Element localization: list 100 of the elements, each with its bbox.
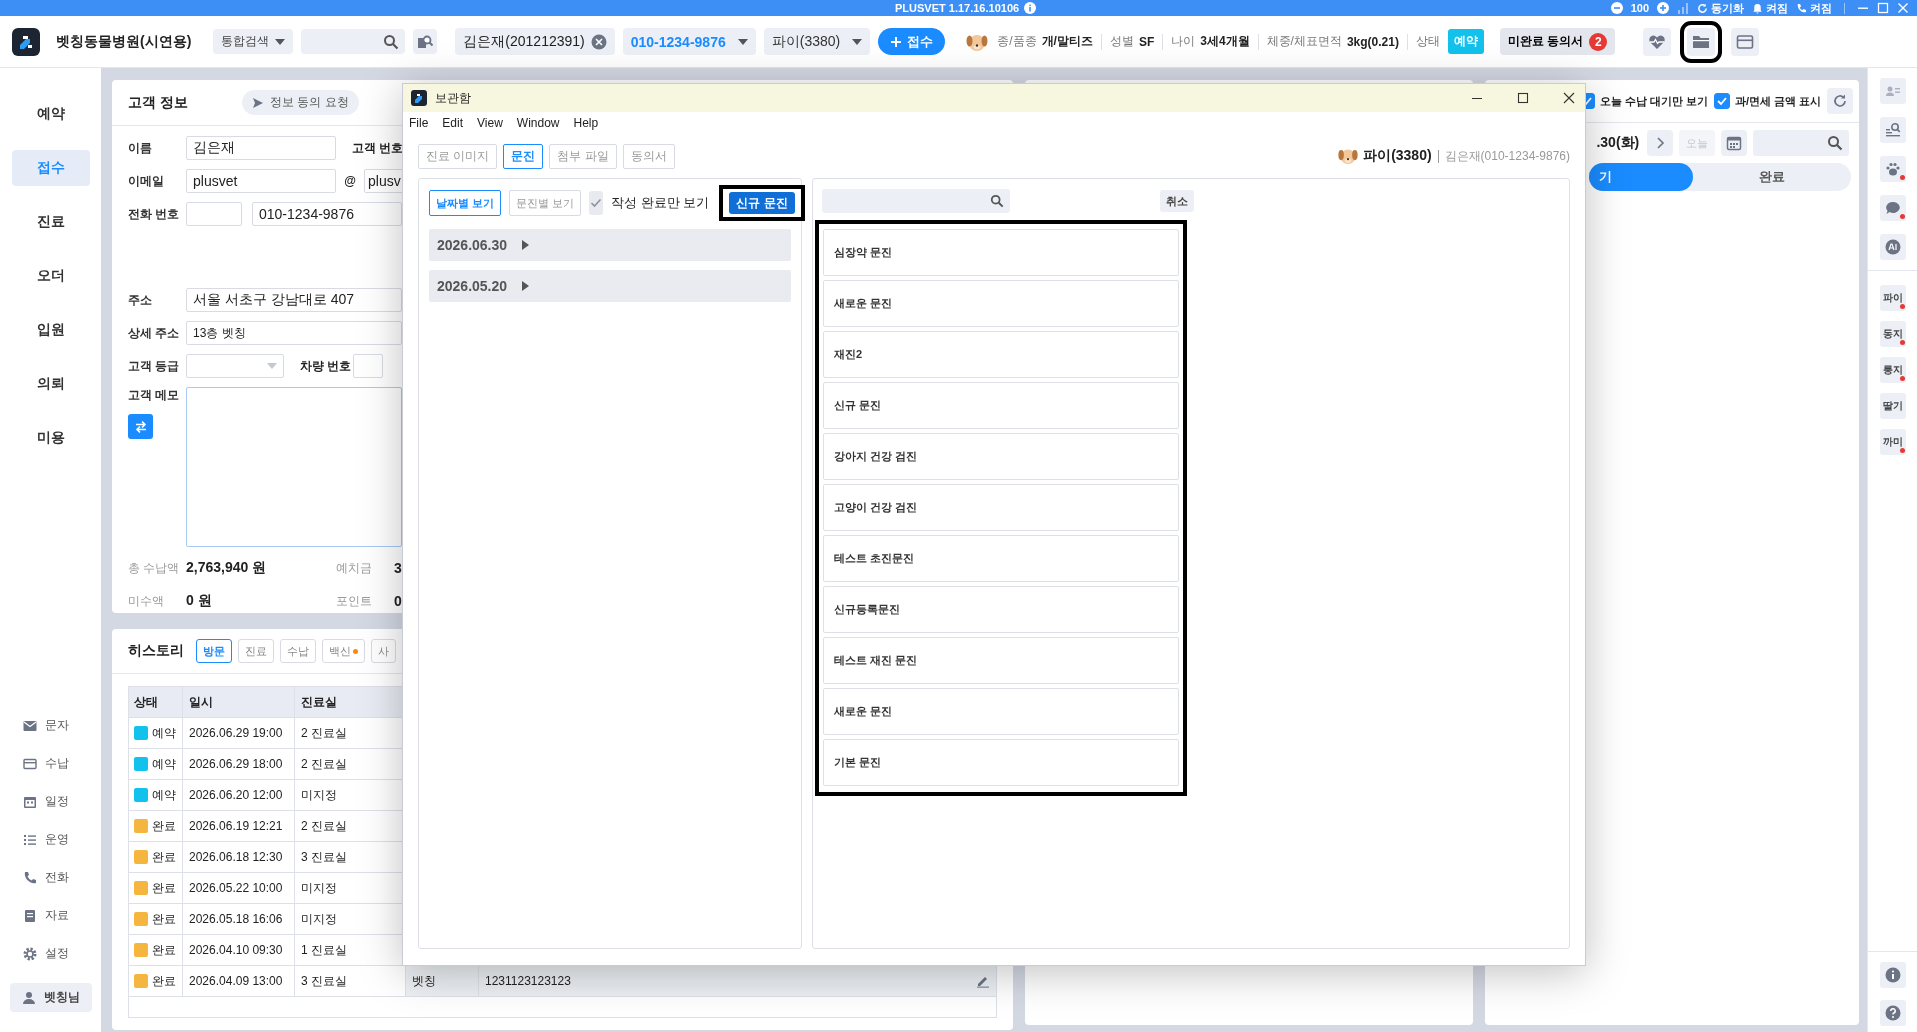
template-item[interactable]: 심장약 문진 — [823, 229, 1179, 276]
refresh-button[interactable] — [1827, 88, 1854, 114]
nav-item[interactable]: 입원 — [11, 312, 90, 348]
maximize-icon[interactable] — [1517, 92, 1529, 104]
history-tab[interactable]: 사 — [371, 639, 396, 663]
template-item[interactable]: 기본 문진 — [823, 739, 1179, 786]
search-field[interactable] — [1753, 130, 1850, 156]
customer-chip[interactable]: 김은재(201212391) — [455, 28, 615, 55]
chat-button[interactable] — [1879, 195, 1906, 221]
pet-shortcut[interactable]: 파이 — [1879, 285, 1906, 311]
search-field[interactable] — [822, 189, 1010, 213]
template-item[interactable]: 테스트 초진문진 — [823, 535, 1179, 582]
help-button[interactable] — [1879, 1000, 1906, 1026]
edit-icon[interactable] — [976, 974, 991, 988]
status-cell: 예약 — [129, 780, 183, 810]
date-group[interactable]: 2026.05.20 — [429, 270, 791, 302]
search-icon — [1827, 135, 1844, 151]
nav-item[interactable]: 예약 — [11, 96, 90, 132]
customer-card-button[interactable] — [1879, 78, 1906, 104]
pet-dropdown[interactable]: 파이(3380) — [763, 28, 871, 55]
pet-shortcut[interactable]: 동지 — [1879, 321, 1906, 347]
car-number-field[interactable] — [353, 354, 383, 378]
nav-tool[interactable]: 자료 — [22, 907, 79, 924]
pet-shortcut[interactable]: 딸기 — [1879, 393, 1906, 419]
info-button[interactable] — [1879, 962, 1906, 988]
new-questionnaire-button[interactable]: 신규 문진 — [729, 192, 795, 214]
mail-icon — [22, 718, 37, 733]
search-field[interactable] — [301, 29, 406, 54]
menu-item[interactable]: Edit — [442, 116, 464, 130]
deposit-label: 예치금 — [336, 559, 373, 577]
consent-request-button[interactable]: 정보 동의 요청 — [241, 90, 359, 115]
cancel-button[interactable]: 취소 — [1160, 190, 1194, 212]
nav-item[interactable]: 진료 — [11, 204, 90, 240]
address-detail-field[interactable]: 13층 벳칭 — [186, 321, 402, 345]
address-field[interactable]: 서울 서초구 강남대로 407 — [186, 288, 402, 312]
nav-tool[interactable]: 일정 — [22, 793, 79, 810]
paw-button[interactable] — [1879, 156, 1906, 182]
app-version: PLUSVET 1.17.16.10106 — [895, 2, 1020, 14]
template-item[interactable]: 테스트 재진 문진 — [823, 637, 1179, 684]
ai-button[interactable] — [1879, 234, 1906, 260]
email-field[interactable]: plusvet — [186, 169, 336, 193]
nav-tool[interactable]: 수납 — [22, 755, 79, 772]
menu-item[interactable]: Help — [573, 116, 599, 130]
user-menu[interactable]: 벳칭님 — [9, 983, 92, 1012]
caret-icon — [275, 38, 286, 45]
template-item[interactable]: 신규등록문진 — [823, 586, 1179, 633]
zoom-in-icon[interactable] — [1657, 2, 1669, 14]
template-item[interactable]: 고양이 건강 검진 — [823, 484, 1179, 531]
list-icon — [22, 832, 37, 847]
clinic-name: 벳칭동물병원(시연용) — [56, 32, 192, 51]
date-group[interactable]: 2026.06.30 — [429, 229, 791, 261]
menu-item[interactable]: View — [477, 116, 503, 130]
template-item[interactable]: 재진2 — [823, 331, 1179, 378]
filter-checkbox[interactable] — [1714, 93, 1731, 109]
caret-icon — [852, 38, 863, 45]
check-icon — [589, 196, 604, 210]
history-tab[interactable]: 백신 — [322, 639, 365, 663]
list-search-button[interactable] — [1879, 117, 1906, 143]
owner-info: 김은재(010-1234-9876) — [1444, 147, 1570, 165]
nav-tool[interactable]: 운영 — [22, 831, 79, 848]
window-title: 보관함 — [435, 89, 471, 107]
menu-item[interactable]: Window — [516, 116, 560, 130]
payment-card-button[interactable] — [1731, 27, 1760, 56]
nav-tool[interactable]: 설정 — [22, 945, 79, 962]
customer-search-button[interactable] — [413, 29, 438, 54]
template-item[interactable]: 새로운 문진 — [823, 688, 1179, 735]
history-tab[interactable]: 진료 — [238, 639, 274, 663]
nav-tool[interactable]: 문자 — [22, 717, 79, 734]
completed-only-checkbox[interactable] — [589, 191, 604, 215]
memo-field[interactable] — [186, 387, 402, 547]
search-scope-dropdown[interactable]: 통합검색 — [213, 29, 294, 54]
table-cell: 2026.05.22 10:00 — [183, 873, 295, 903]
pet-shortcut[interactable]: 룽지 — [1879, 357, 1906, 383]
nav-item[interactable]: 미용 — [11, 420, 90, 456]
close-icon[interactable] — [1563, 92, 1575, 104]
consent-button[interactable]: 미완료 동의서 2 — [1499, 28, 1616, 55]
pet-info-label: 나이 — [1171, 33, 1196, 50]
template-item[interactable]: 신규 문진 — [823, 382, 1179, 429]
status-segment[interactable]: 완료 — [1692, 163, 1852, 191]
template-item[interactable]: 강아지 건강 검진 — [823, 433, 1179, 480]
nav-item[interactable]: 의뢰 — [11, 366, 90, 402]
nav-tool[interactable]: 전화 — [22, 869, 79, 886]
pet-shortcut[interactable]: 까미 — [1879, 429, 1906, 455]
next-day-button[interactable] — [1647, 130, 1674, 156]
nav-item[interactable]: 오더 — [11, 258, 90, 294]
info-icon[interactable] — [1024, 2, 1037, 14]
name-field[interactable]: 김은재 — [186, 136, 336, 160]
field-label: 고객 번호 — [352, 139, 404, 157]
menu-item[interactable]: File — [409, 116, 429, 130]
swap-button[interactable] — [128, 414, 153, 439]
clear-icon[interactable] — [590, 33, 607, 50]
phone-field[interactable]: 010-1234-9876 — [252, 202, 402, 226]
calendar-button[interactable] — [1721, 130, 1748, 156]
column-header: 상태 — [129, 687, 183, 717]
phone-prefix-field[interactable] — [186, 202, 242, 226]
template-item[interactable]: 새로운 문진 — [823, 280, 1179, 327]
pet-info-label: 체중/체표면적 — [1266, 33, 1342, 50]
history-tab[interactable]: 수납 — [280, 639, 316, 663]
zoom-out-icon[interactable] — [1610, 2, 1623, 14]
health-button[interactable] — [1643, 27, 1672, 56]
